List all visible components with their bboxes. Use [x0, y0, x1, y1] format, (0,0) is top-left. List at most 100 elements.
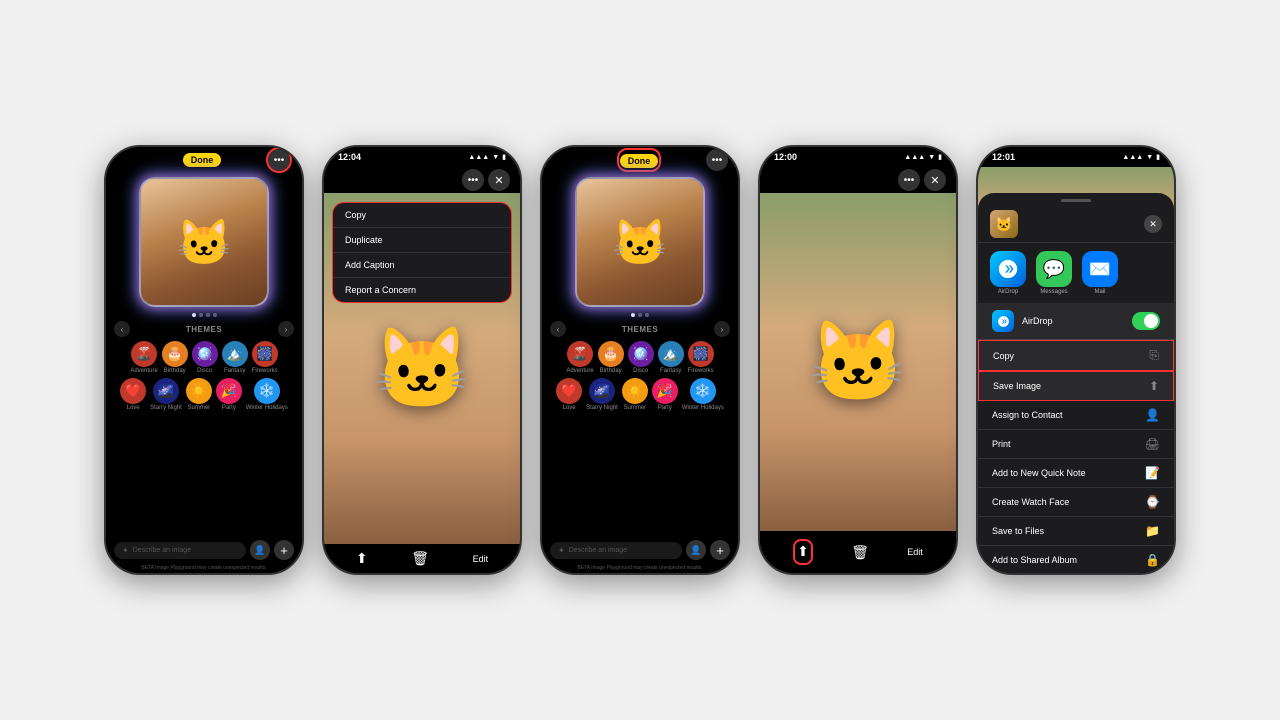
themes-next-1[interactable]: › — [278, 321, 294, 337]
cat-image-emoji-2: 🐱 — [372, 322, 472, 416]
theme-circle-3: 🪩 — [192, 341, 218, 367]
more-btn-container-1: ••• — [266, 147, 292, 173]
themes-section-3: ‹ THEMES › 🌋 Adventure 🎂 Birthday 🪩 — [542, 319, 738, 413]
context-duplicate-2[interactable]: Duplicate — [333, 228, 511, 253]
theme-love-1[interactable]: ❤️ Love — [120, 378, 146, 411]
describe-input-container-1[interactable]: ✦ Describe an image — [114, 542, 246, 559]
assign-icon-5: 👤 — [1145, 408, 1160, 422]
theme-party-1[interactable]: 🎉 Party — [216, 378, 242, 411]
themes-prev-3[interactable]: ‹ — [550, 321, 566, 337]
add-button-1[interactable]: + — [274, 540, 294, 560]
sparkle-icon-1: ✦ — [122, 546, 129, 555]
share-list-assign-5[interactable]: Assign to Contact 👤 — [978, 401, 1174, 430]
phone-5-screen: 12:01 ▲▲▲ ▼ ▮ 🐱 🐱 ✕ — [978, 147, 1174, 573]
context-report-2[interactable]: Report a Concern — [333, 278, 511, 302]
battery-icon-5: ▮ — [1156, 153, 1160, 161]
share-app-mail-5[interactable]: ✉️ Mail — [1082, 251, 1118, 295]
theme-summer-3[interactable]: ☀️ Summer — [622, 378, 648, 411]
bottom-toolbar-4: ⬆ 🗑 Edit — [760, 531, 956, 573]
battery-icon-2: ▮ — [502, 153, 506, 161]
share-list-airdrop-5[interactable]: AirDrop — [978, 303, 1174, 340]
theme-circle-3-8: ☀️ — [622, 378, 648, 404]
theme-starry-3[interactable]: 🌌 Starry Night — [586, 378, 618, 411]
theme-adventure-1[interactable]: 🌋 Adventure — [130, 341, 157, 374]
quicknote-label-5: Add to New Quick Note — [992, 468, 1086, 478]
themes-label-3: THEMES — [622, 325, 658, 334]
bottom-toolbar-2: ⬆ 🗑 Edit — [324, 544, 520, 573]
context-copy-2[interactable]: Copy — [333, 203, 511, 228]
theme-party-3[interactable]: 🎉 Party — [652, 378, 678, 411]
avatar-button-3[interactable]: 👤 — [686, 540, 706, 560]
edit-button-4[interactable]: Edit — [907, 547, 923, 557]
save-image-icon-5: ⬆ — [1149, 379, 1159, 393]
theme-name-fantasy-3: Fantasy — [660, 368, 681, 374]
dot-3-2 — [638, 313, 642, 317]
more-button-3[interactable]: ••• — [706, 149, 728, 171]
context-menu-2: Copy Duplicate Add Caption Report a Conc… — [332, 202, 512, 303]
share-app-messages-5[interactable]: 💬 Messages — [1036, 251, 1072, 295]
theme-circle-4: 🏔️ — [222, 341, 248, 367]
close-button-2[interactable]: ✕ — [488, 169, 510, 191]
theme-love-3[interactable]: ❤️ Love — [556, 378, 582, 411]
airdrop-toggle-5[interactable] — [1132, 312, 1160, 330]
theme-winter-1[interactable]: ❄️ Winter Holidays — [246, 378, 288, 411]
describe-placeholder-3: Describe an image — [569, 547, 627, 554]
close-button-4[interactable]: ✕ — [924, 169, 946, 191]
share-button-2[interactable]: ⬆ — [356, 550, 368, 567]
theme-winter-3[interactable]: ❄️ Winter Holidays — [682, 378, 724, 411]
share-list-save-image-5[interactable]: Save Image ⬆ — [978, 371, 1174, 401]
beta-tag-1: BETA Image Playground may create unexpec… — [106, 564, 302, 573]
theme-circle-3-6: ❤️ — [556, 378, 582, 404]
share-list-files-5[interactable]: Save to Files 📁 — [978, 517, 1174, 546]
airdrop-icon-5 — [990, 251, 1026, 287]
share-button-4[interactable]: ⬆ — [797, 543, 809, 560]
theme-row1-1: 🌋 Adventure 🎂 Birthday 🪩 Disco 🏔️ Fantas… — [114, 341, 294, 374]
theme-fireworks-1[interactable]: 🎆 Fireworks — [252, 341, 278, 374]
cat-image-container-3: 🐱 — [542, 173, 738, 311]
share-list-print-5[interactable]: Print 🖨 — [978, 430, 1174, 459]
phone-2-screen: 12:04 ▲▲▲ ▼ ▮ ••• ✕ Copy Duplicate Add C… — [324, 147, 520, 573]
more-button-2[interactable]: ••• — [462, 169, 484, 191]
avatar-button-1[interactable]: 👤 — [250, 540, 270, 560]
share-close-button-5[interactable]: ✕ — [1144, 215, 1162, 233]
more-button-4[interactable]: ••• — [898, 169, 920, 191]
theme-starry-1[interactable]: 🌌 Starry Night — [150, 378, 182, 411]
themes-prev-1[interactable]: ‹ — [114, 321, 130, 337]
delete-button-2[interactable]: 🗑 — [411, 550, 429, 567]
watchface-label-5: Create Watch Face — [992, 497, 1069, 507]
phone-4: 12:00 ▲▲▲ ▼ ▮ ••• ✕ 🐱 ⬆ — [758, 145, 958, 575]
theme-name-starry-3: Starry Night — [586, 405, 618, 411]
themes-next-3[interactable]: › — [714, 321, 730, 337]
theme-fantasy-1[interactable]: 🏔️ Fantasy — [222, 341, 248, 374]
theme-fantasy-3[interactable]: 🏔️ Fantasy — [658, 341, 684, 374]
more-button-1[interactable]: ••• — [268, 149, 290, 171]
share-list-quicknote-5[interactable]: Add to New Quick Note 📝 — [978, 459, 1174, 488]
theme-birthday-3[interactable]: 🎂 Birthday — [598, 341, 624, 374]
theme-disco-1[interactable]: 🪩 Disco — [192, 341, 218, 374]
theme-disco-3[interactable]: 🪩 Disco — [628, 341, 654, 374]
context-add-caption-2[interactable]: Add Caption — [333, 253, 511, 278]
dot-4 — [213, 313, 217, 317]
done-button-1[interactable]: Done — [183, 153, 222, 167]
theme-adventure-3[interactable]: 🌋 Adventure — [566, 341, 593, 374]
describe-input-container-3[interactable]: ✦ Describe an image — [550, 542, 682, 559]
theme-name-adventure-1: Adventure — [130, 368, 157, 374]
theme-summer-1[interactable]: ☀️ Summer — [186, 378, 212, 411]
share-preview-thumb-5: 🐱 — [990, 210, 1018, 238]
share-list-copy-5[interactable]: Copy ⎘ — [978, 340, 1174, 371]
status-icons-2: ▲▲▲ ▼ ▮ — [468, 153, 506, 161]
done-button-3[interactable]: Done — [620, 154, 659, 168]
share-list-watchface-5[interactable]: Create Watch Face ⌚ — [978, 488, 1174, 517]
save-image-label-5: Save Image — [993, 381, 1041, 391]
mail-icon-5: ✉️ — [1082, 251, 1118, 287]
share-apps-row-5: AirDrop 💬 Messages ✉️ Mail — [978, 243, 1174, 303]
edit-button-2[interactable]: Edit — [473, 554, 489, 564]
delete-button-4[interactable]: 🗑 — [851, 544, 869, 561]
wifi-icon-2: ▼ — [492, 154, 499, 161]
share-list-shared-5[interactable]: Add to Shared Album 🔒 — [978, 546, 1174, 573]
theme-fireworks-3[interactable]: 🎆 Fireworks — [688, 341, 714, 374]
theme-birthday-1[interactable]: 🎂 Birthday — [162, 341, 188, 374]
dot-3 — [206, 313, 210, 317]
add-button-3[interactable]: + — [710, 540, 730, 560]
share-app-airdrop-5[interactable]: AirDrop — [990, 251, 1026, 295]
